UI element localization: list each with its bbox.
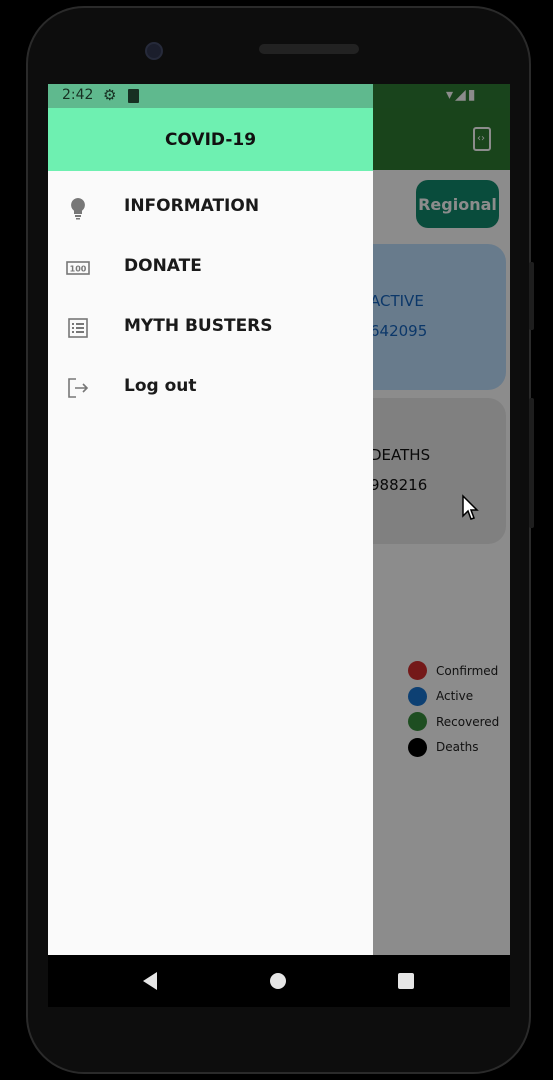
lightbulb-icon: [71, 198, 85, 220]
app-screen: ▾◢▮ ‹› Regional ACTIVE 642095 DEATHS 988…: [48, 84, 510, 955]
sd-card-icon: [128, 89, 139, 103]
status-time: 2:42: [62, 87, 94, 103]
system-navigation-bar: [48, 955, 510, 1007]
drawer-header: COVID-19: [48, 108, 373, 171]
mouse-cursor-icon: [462, 494, 479, 520]
menu-item-label: Log out: [124, 376, 197, 396]
menu-item-myth-busters[interactable]: MYTH BUSTERS: [48, 298, 373, 358]
menu-item-label: INFORMATION: [124, 196, 260, 216]
drawer-status-bar: 2:42 ⚙: [48, 84, 373, 108]
menu-item-label: DONATE: [124, 256, 202, 276]
settings-gear-icon: ⚙: [103, 86, 117, 104]
navigation-drawer: 2:42 ⚙ COVID-19 INFORMATION 100 DONATE M…: [48, 84, 373, 955]
recents-icon[interactable]: [398, 973, 414, 989]
volume-button: [529, 398, 534, 528]
menu-item-donate[interactable]: 100 DONATE: [48, 238, 373, 298]
svg-text:100: 100: [70, 265, 87, 274]
back-icon[interactable]: [143, 972, 157, 990]
logout-icon: [68, 378, 89, 398]
menu-item-label: MYTH BUSTERS: [124, 316, 273, 336]
money-icon: 100: [66, 261, 90, 275]
power-button: [529, 262, 534, 330]
home-icon[interactable]: [270, 973, 286, 989]
front-camera: [145, 42, 163, 60]
list-icon: [68, 318, 88, 338]
menu-item-log-out[interactable]: Log out: [48, 358, 373, 418]
drawer-title: COVID-19: [164, 129, 257, 150]
menu-item-information[interactable]: INFORMATION: [48, 178, 373, 238]
earpiece-speaker: [259, 44, 359, 54]
